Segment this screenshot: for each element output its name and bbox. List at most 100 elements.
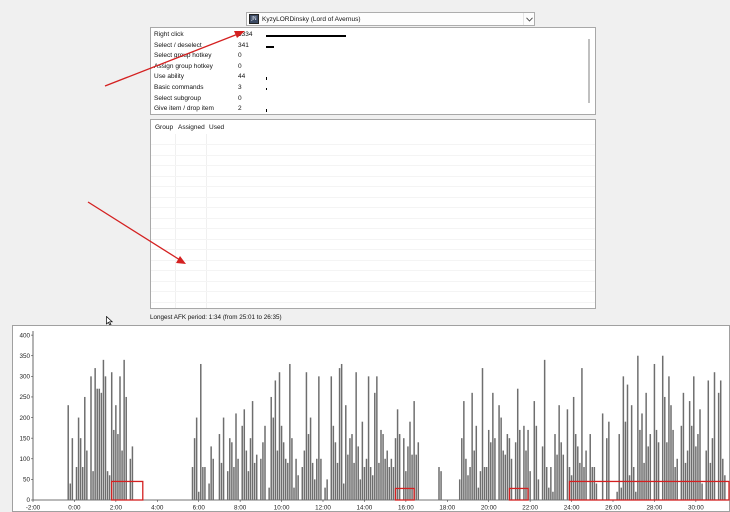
stat-value: 3334 — [238, 31, 253, 38]
apm-bar — [550, 467, 552, 500]
apm-bar — [589, 434, 591, 500]
apm-bar — [278, 372, 281, 500]
column-header-group[interactable]: Group — [155, 124, 173, 131]
apm-bar — [577, 446, 579, 500]
stats-scrollbar[interactable] — [588, 39, 590, 103]
stat-bar — [266, 88, 267, 91]
apm-bar — [560, 442, 562, 500]
apm-bar — [601, 413, 604, 500]
apm-bar — [262, 442, 264, 500]
stat-value: 2 — [238, 105, 242, 113]
stat-label: Basic commands — [154, 84, 204, 91]
column-divider — [175, 134, 176, 308]
apm-bar — [699, 409, 701, 500]
apm-bar — [645, 392, 647, 500]
apm-bar — [506, 434, 509, 500]
apm-bar — [688, 401, 691, 500]
apm-bar — [274, 380, 277, 500]
apm-bar — [682, 392, 685, 500]
apm-bar — [309, 417, 312, 500]
apm-bar — [374, 392, 376, 500]
apm-bar — [67, 405, 69, 500]
apm-bar — [268, 487, 270, 500]
group-hotkey-table: Group Assigned Used — [150, 119, 596, 309]
apm-bar — [392, 467, 395, 500]
apm-bar — [585, 450, 587, 500]
apm-bar — [94, 368, 96, 500]
apm-bar — [117, 434, 119, 500]
apm-bar — [624, 421, 627, 500]
y-tick-label: 400 — [19, 332, 30, 339]
apm-bar — [349, 438, 351, 500]
hero-portrait-icon: JN — [249, 14, 259, 24]
row-separator — [151, 301, 595, 303]
stat-label: Select / deselect — [154, 41, 202, 49]
row-separator — [151, 280, 595, 282]
apm-bar — [469, 467, 471, 500]
apm-bar — [365, 458, 368, 500]
apm-bar — [86, 450, 88, 500]
apm-bar — [287, 462, 289, 500]
apm-bar — [326, 479, 328, 500]
apm-bar — [92, 471, 94, 500]
apm-bar — [461, 438, 463, 500]
apm-bar — [413, 401, 415, 500]
chevron-down-icon[interactable] — [523, 13, 534, 25]
stat-label: Use ability — [154, 73, 184, 81]
apm-bar — [525, 450, 527, 500]
apm-bar — [355, 372, 357, 500]
apm-bar — [657, 442, 660, 500]
apm-bar — [84, 396, 86, 500]
x-tick-label: 30:00 — [688, 505, 704, 512]
apm-bar — [479, 471, 482, 500]
apm-bar — [463, 401, 465, 500]
y-tick-label: 350 — [19, 353, 30, 360]
x-tick-label: 6:00 — [193, 505, 206, 512]
apm-bar — [220, 462, 223, 500]
apm-bar — [131, 446, 134, 500]
apm-bar — [606, 438, 608, 500]
y-tick-label: 250 — [19, 394, 30, 401]
apm-bar — [291, 438, 293, 500]
apm-bar — [647, 446, 649, 500]
apm-bar — [334, 442, 337, 500]
apm-bar — [724, 475, 726, 500]
apm-bar — [537, 479, 540, 500]
apm-bar — [253, 462, 256, 500]
apm-bar — [340, 363, 343, 500]
apm-bar — [510, 458, 513, 500]
apm-bar — [548, 487, 550, 500]
apm-bar — [396, 409, 399, 500]
apm-bar — [680, 425, 683, 500]
column-header-assigned[interactable]: Assigned — [178, 124, 205, 131]
apm-bar — [562, 454, 565, 500]
apm-bar — [75, 467, 78, 500]
row-separator — [151, 154, 595, 156]
apm-bar — [583, 467, 585, 500]
apm-bar — [129, 458, 132, 500]
stat-value: 0 — [238, 62, 242, 70]
table-header: Group Assigned Used — [151, 120, 595, 134]
column-divider — [206, 134, 207, 308]
apm-bar — [272, 417, 275, 500]
stat-value: 341 — [238, 41, 249, 49]
apm-bar — [77, 417, 80, 500]
apm-bar — [212, 458, 214, 500]
column-header-used[interactable]: Used — [209, 124, 224, 131]
apm-bar — [280, 425, 283, 500]
player-dropdown[interactable]: JN KyzyLORDinsky (Lord of Avernus) — [246, 12, 535, 26]
apm-bar — [338, 368, 341, 500]
apm-bar — [637, 355, 639, 500]
apm-bar — [276, 450, 279, 500]
apm-bar — [106, 471, 109, 500]
apm-bar — [313, 479, 316, 500]
apm-bar — [255, 454, 258, 500]
apm-bar — [477, 487, 480, 500]
longest-afk-label: Longest AFK period: 1:34 (from 25:01 to … — [150, 314, 282, 321]
apm-bar — [359, 479, 362, 500]
apm-bar — [79, 438, 82, 500]
apm-bar — [369, 467, 372, 500]
row-separator — [151, 196, 595, 198]
apm-bar — [502, 450, 504, 500]
apm-bar — [494, 438, 496, 500]
